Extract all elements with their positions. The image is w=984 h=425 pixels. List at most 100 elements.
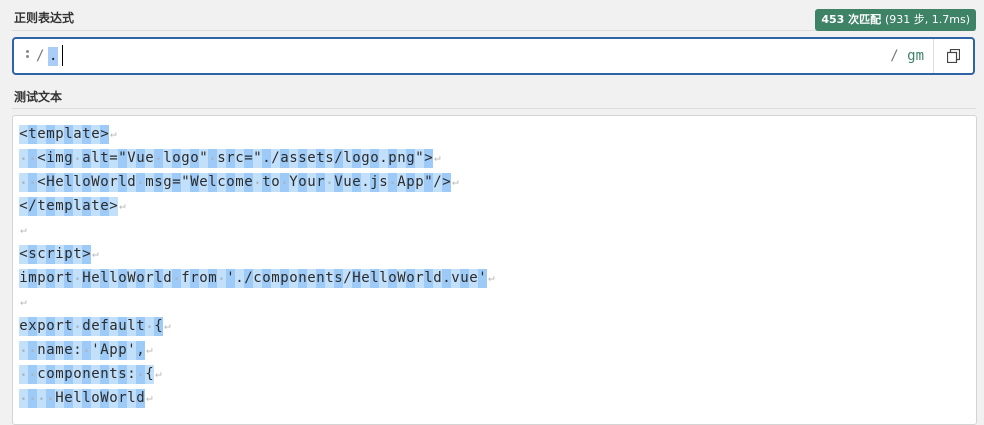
match-char: a (280, 148, 289, 168)
match-char: a (109, 316, 118, 336)
match-char: e (199, 172, 208, 192)
match-char: o (100, 172, 109, 192)
match-char (82, 340, 91, 360)
test-line: ↵ (19, 218, 495, 242)
test-line: importHelloWorldfrom'./components/HelloW… (19, 266, 495, 290)
match-char: t (100, 148, 109, 168)
match-char: m (28, 268, 37, 288)
test-line: exportdefault{↵ (19, 314, 495, 338)
match-char: { (145, 364, 154, 384)
match-char: V (334, 172, 343, 192)
match-char: p (280, 268, 289, 288)
match-char: > (424, 148, 433, 168)
newline-icon: ↵ (155, 367, 162, 380)
match-char: c (253, 268, 262, 288)
match-char: W (397, 268, 406, 288)
copy-button[interactable] (933, 39, 973, 73)
match-char: " (424, 172, 433, 192)
test-line: <HelloWorldmsg="WelcometoYourVue.jsApp"/… (19, 170, 495, 194)
match-char: a (73, 124, 82, 144)
match-char: o (46, 316, 55, 336)
copy-icon (947, 49, 960, 63)
match-char (73, 268, 82, 288)
match-char: ' (91, 340, 100, 360)
match-char: . (262, 148, 271, 168)
match-char: r (190, 268, 199, 288)
drag-handle-icon[interactable] (26, 49, 30, 63)
match-char: s (379, 172, 388, 192)
match-char: e (307, 148, 316, 168)
test-string-editor[interactable]: <template>↵<imgalt="Vuelogo"src="./asset… (12, 115, 977, 425)
match-char: r (415, 268, 424, 288)
regex-input[interactable]: . (48, 47, 59, 66)
match-char: W (91, 172, 100, 192)
regex-flags-button[interactable]: / gm (890, 48, 924, 64)
match-char: d (82, 316, 91, 336)
match-char: p (406, 172, 415, 192)
match-char: t (37, 196, 46, 216)
match-char: / (271, 148, 280, 168)
match-char: e (145, 148, 154, 168)
match-char: u (343, 172, 352, 192)
match-char: H (82, 268, 91, 288)
match-char: v (451, 268, 460, 288)
match-char (28, 388, 37, 408)
match-char: A (397, 172, 406, 192)
match-char: l (127, 316, 136, 336)
match-char: p (388, 148, 397, 168)
match-char: = (244, 148, 253, 168)
match-char: n (316, 268, 325, 288)
test-string-label: 测试文本 (14, 90, 63, 104)
match-char: e (37, 124, 46, 144)
match-char: i (55, 244, 64, 264)
match-char: " (253, 148, 262, 168)
match-char (145, 316, 154, 336)
match-char (19, 388, 28, 408)
test-line: < / t e m p l a t e > ↵ (19, 194, 495, 218)
match-char: l (73, 388, 82, 408)
regex-editor[interactable]: / . / gm (12, 37, 975, 75)
match-char: m (55, 148, 64, 168)
match-char: / (244, 268, 253, 288)
match-char: o (262, 268, 271, 288)
match-char (19, 172, 28, 192)
match-char: l (64, 124, 73, 144)
match-char (28, 364, 37, 384)
match-char: p (64, 364, 73, 384)
match-char: r (55, 268, 64, 288)
match-char: W (190, 172, 199, 192)
match-char: t (109, 364, 118, 384)
match-char: t (64, 268, 73, 288)
match-char: o (172, 148, 181, 168)
newline-icon: ↵ (119, 199, 126, 212)
match-char (37, 388, 46, 408)
match-char: i (46, 148, 55, 168)
match-char: r (118, 388, 127, 408)
match-char: < (19, 196, 28, 216)
match-char: = (109, 148, 118, 168)
match-char: p (64, 244, 73, 264)
test-line: ↵ (19, 290, 495, 314)
match-char: s (28, 244, 37, 264)
match-char: l (100, 268, 109, 288)
match-char: t (91, 196, 100, 216)
match-char: o (388, 268, 397, 288)
match-char: a (82, 196, 91, 216)
regex-delimiter-open: / (36, 48, 45, 64)
match-char (19, 340, 28, 360)
match-char: H (55, 388, 64, 408)
match-char: r (55, 316, 64, 336)
match-char: g (163, 172, 172, 192)
match-char (19, 148, 28, 168)
match-char: r (316, 172, 325, 192)
match-char: < (19, 244, 28, 264)
match-char: . (235, 268, 244, 288)
test-line: HelloWorld↵ (19, 386, 495, 410)
match-char: l (64, 172, 73, 192)
match-char: n (100, 364, 109, 384)
match-char: n (397, 148, 406, 168)
test-string-content[interactable]: <template>↵<imgalt="Vuelogo"src="./asset… (19, 122, 495, 410)
match-char: e (91, 268, 100, 288)
match-char: { (154, 316, 163, 336)
match-char (136, 364, 145, 384)
